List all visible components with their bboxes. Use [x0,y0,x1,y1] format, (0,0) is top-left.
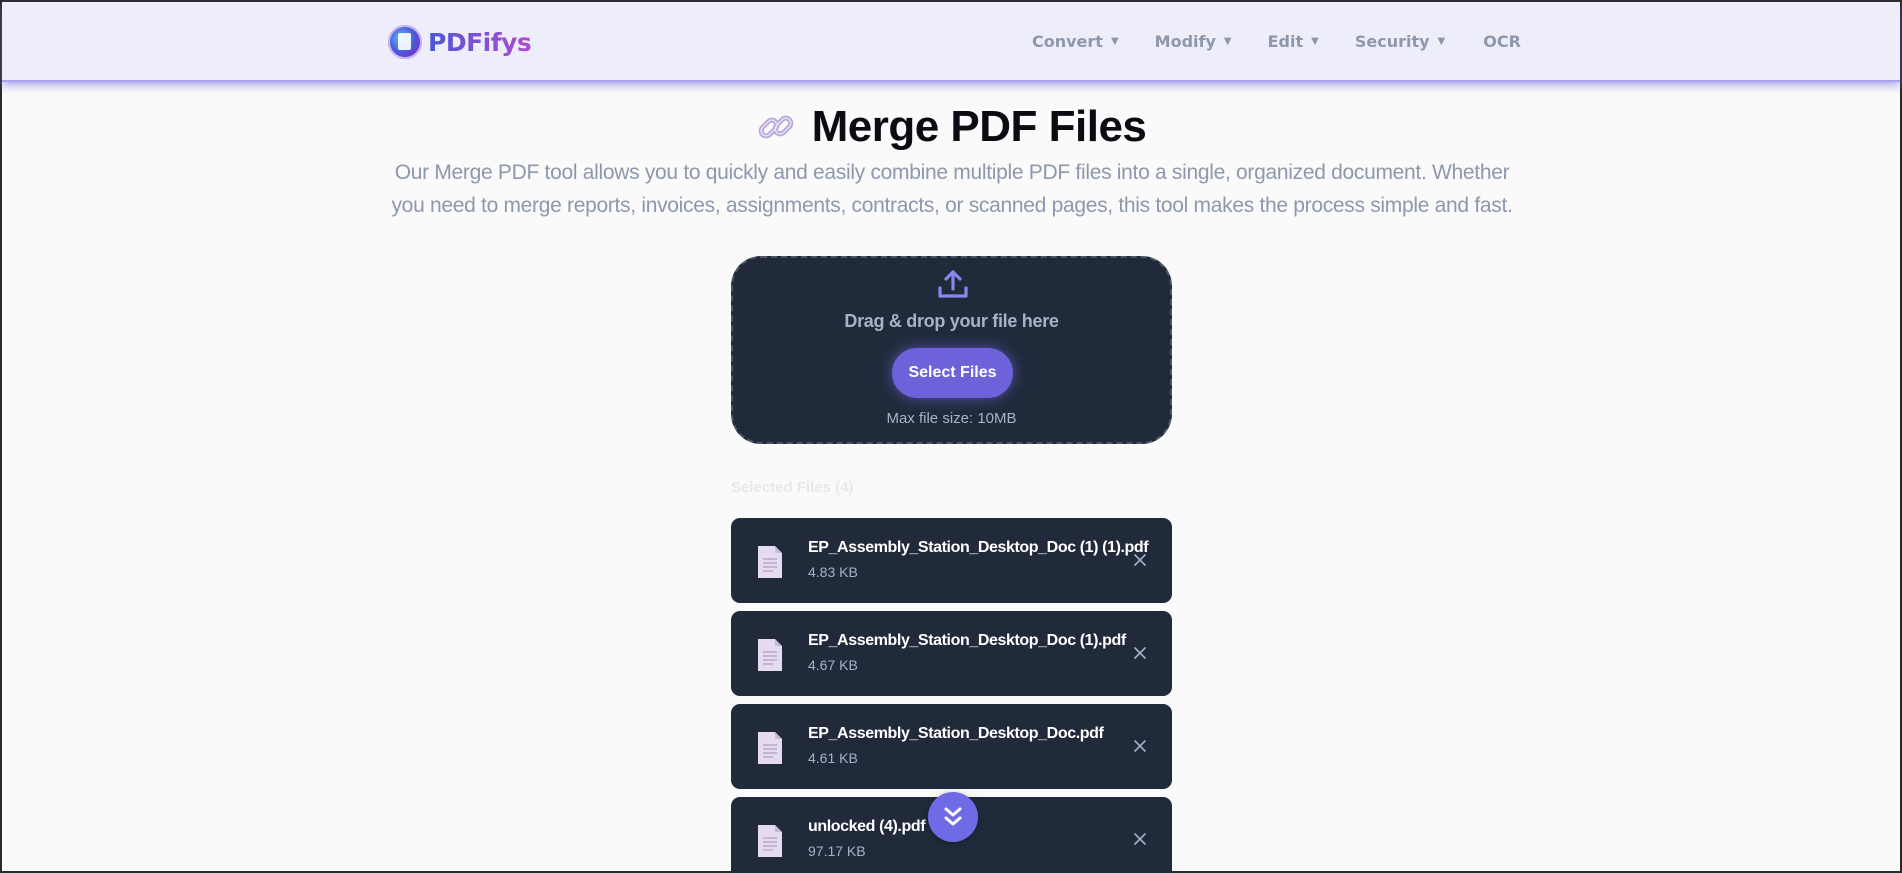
file-name: unlocked (4).pdf [808,818,926,835]
file-size: 97.17 KB [808,843,866,859]
double-chevron-down-icon [944,807,962,826]
brand-logo[interactable]: PDFifys [388,24,532,60]
nav-item-edit[interactable]: Edit ▼ [1268,32,1319,51]
nav-menu: Convert ▼ Modify ▼ Edit ▼ Security ▼ OCR [1032,32,1521,51]
nav-item-modify[interactable]: Modify ▼ [1155,32,1232,51]
max-file-size-text: Max file size: 10MB [886,410,1017,427]
close-icon[interactable] [1133,646,1147,660]
page-header: Merge PDF Files [2,102,1900,152]
file-dropzone[interactable]: Drag & drop your file here Select Files … [731,256,1172,444]
nav-item-label: Convert [1032,32,1103,51]
file-list-item: EP_Assembly_Station_Desktop_Doc.pdf 4.61… [731,704,1172,789]
nav-item-security[interactable]: Security ▼ [1355,32,1445,51]
file-list-item: EP_Assembly_Station_Desktop_Doc (1).pdf … [731,611,1172,696]
document-icon [758,732,782,764]
nav-item-ocr[interactable]: OCR [1483,32,1521,51]
top-navbar: PDFifys Convert ▼ Modify ▼ Edit ▼ Securi… [2,2,1900,82]
dropzone-label: Drag & drop your file here [844,311,1059,331]
close-icon[interactable] [1133,832,1147,846]
link-icon [758,115,793,139]
file-size: 4.61 KB [808,750,858,766]
caret-down-icon: ▼ [1437,36,1446,47]
nav-item-label: Security [1354,32,1430,51]
upload-icon [938,270,968,298]
nav-item-label: Edit [1267,32,1304,51]
close-icon[interactable] [1133,739,1147,753]
document-icon [758,639,782,671]
logo-icon [388,25,422,59]
document-icon [758,825,782,857]
nav-item-label: Modify [1154,32,1216,51]
selected-files-heading: Selected Files (4) [731,479,854,496]
page-description: Our Merge PDF tool allows you to quickly… [391,161,1513,217]
page-title: Merge PDF Files [811,102,1147,151]
caret-down-icon: ▼ [1311,36,1319,47]
nav-item-convert[interactable]: Convert ▼ [1032,32,1119,51]
brand-name: PDFifys [428,27,532,57]
scroll-down-button[interactable] [928,792,978,842]
file-size: 4.67 KB [808,657,858,673]
caret-down-icon: ▼ [1223,36,1232,47]
caret-down-icon: ▼ [1110,36,1119,47]
file-list-item: EP_Assembly_Station_Desktop_Doc (1) (1).… [731,518,1172,603]
nav-item-label: OCR [1483,32,1521,51]
file-name: EP_Assembly_Station_Desktop_Doc (1).pdf [808,632,1126,649]
select-files-button[interactable]: Select Files [892,348,1013,398]
close-icon[interactable] [1133,553,1147,567]
file-name: EP_Assembly_Station_Desktop_Doc (1) (1).… [808,539,1149,556]
file-size: 4.83 KB [808,564,858,580]
file-name: EP_Assembly_Station_Desktop_Doc.pdf [808,725,1104,742]
document-icon [758,546,782,578]
